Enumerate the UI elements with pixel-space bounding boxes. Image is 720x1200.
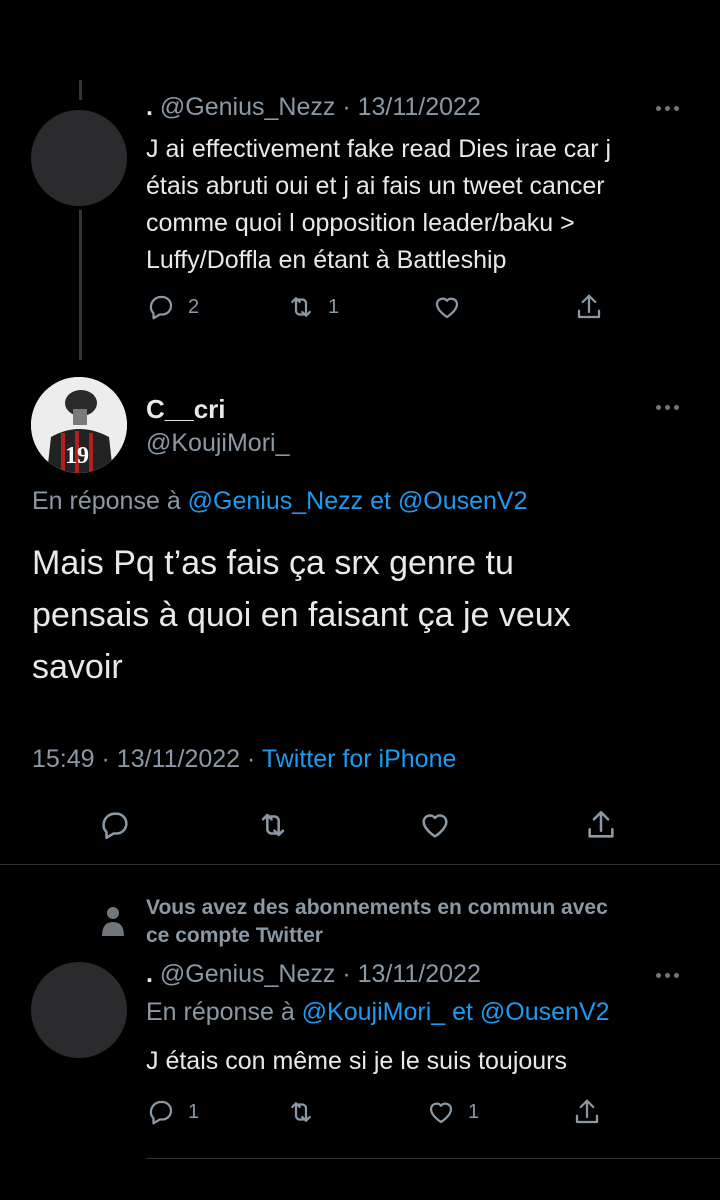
heart-icon [435,297,459,319]
heart-icon [422,814,448,838]
like-button[interactable] [432,292,574,322]
tweet-text: J ai effectivement fake read Dies irae c… [146,131,706,279]
tweet-timestamp-row: 15:49 · 13/11/2022 · Twitter for iPhone [32,745,456,774]
mention-conjunction: et [452,998,473,1026]
like-count: 1 [468,1100,480,1123]
reply-icon [102,812,128,840]
more-options-icon[interactable] [656,103,686,113]
tweet-text-line: étais abruti oui et j ai fais un tweet c… [146,172,605,200]
handle[interactable]: @Genius_Nezz [160,960,335,988]
main-tweet-text: Mais Pq t’as fais ça srx genre tu pensai… [32,537,702,693]
tweet-source-link[interactable]: Twitter for iPhone [262,745,457,773]
like-button[interactable] [418,808,584,842]
tweet-text: J étais con même si je le suis toujours [146,1047,568,1075]
reply-button[interactable]: 2 [146,292,286,322]
avatar-illustration: 19 [31,377,127,473]
timestamp[interactable]: 13/11/2022 [358,93,481,121]
separator: · [342,960,351,988]
share-button[interactable] [584,808,618,842]
mention-link[interactable]: @KoujiMori_ [302,998,445,1026]
tweet-time: 15:49 [32,745,95,773]
thread-line [79,210,82,360]
display-name[interactable]: . [146,93,153,121]
reply-count: 1 [188,1100,200,1123]
divider [146,1158,720,1159]
jersey-number: 19 [65,443,89,469]
tweet-text-line: Mais Pq t’as fais ça srx genre tu [32,544,514,582]
profile-avatar[interactable]: 19 [31,377,127,473]
share-button[interactable] [574,292,604,322]
tweet-text-line: J ai effectivement fake read Dies irae c… [146,135,612,163]
mention-link[interactable]: @OusenV2 [480,998,610,1026]
separator: · [342,93,351,121]
avatar[interactable] [31,110,127,206]
heart-icon [429,1102,453,1124]
share-icon [588,810,614,838]
user-handle[interactable]: @KoujiMori_ [146,429,289,458]
timestamp[interactable]: 13/11/2022 [358,960,481,988]
more-options-icon[interactable] [656,970,686,980]
tweet-text-line: pensais à quoi en faisant ça je veux [32,596,571,634]
share-button[interactable] [572,1097,602,1127]
like-button[interactable]: 1 [426,1097,572,1127]
retweet-button[interactable]: 1 [286,292,432,322]
tweet-actions: 2 1 [146,292,604,322]
tweet-text-line: savoir [32,648,123,686]
retweet-icon [291,297,311,317]
mention-link[interactable]: @OusenV2 [398,487,528,515]
separator: · [247,745,256,773]
share-icon [575,1099,599,1124]
share-icon [577,294,601,319]
thread-line-top [79,80,82,100]
retweet-count: 1 [328,295,340,318]
tweet-actions: 1 1 [146,1097,602,1127]
tweet-text-line: comme quoi l opposition leader/baku > [146,209,575,237]
handle[interactable]: @Genius_Nezz [160,93,335,121]
reply-context: En réponse à @Genius_Nezz et @OusenV2 [32,487,528,516]
main-tweet-actions [98,808,618,842]
reply-button[interactable] [98,808,256,842]
retweet-button[interactable] [256,808,418,842]
retweet-icon [261,813,285,837]
tweet-text-line: Luffy/Doffla en étant à Battleship [146,246,507,274]
notice-line: Vous avez des abonnements en commun avec [146,896,608,919]
display-name[interactable]: . [146,960,153,988]
mutual-follow-notice: Vous avez des abonnements en commun avec… [146,894,608,950]
reply-button[interactable]: 1 [146,1097,286,1127]
reply-icon [149,1100,173,1125]
notice-line: ce compte Twitter [146,924,323,947]
retweet-icon [291,1102,311,1122]
avatar[interactable] [31,962,127,1058]
reply-context: En réponse à @KoujiMori_ et @OusenV2 [146,998,610,1027]
separator: · [101,745,110,773]
user-display-name[interactable]: C__cri [146,394,226,425]
divider [0,864,720,865]
reply-prefix: En réponse à [32,487,181,515]
reply-count: 2 [188,295,200,318]
mention-link[interactable]: @Genius_Nezz [188,487,363,515]
person-icon [100,904,126,943]
tweet-header: . @Genius_Nezz · 13/11/2022 [146,93,481,122]
more-options-icon[interactable] [656,402,686,412]
reply-prefix: En réponse à [146,998,295,1026]
reply-icon [149,295,173,320]
retweet-button[interactable] [286,1097,426,1127]
tweet-header: . @Genius_Nezz · 13/11/2022 [146,960,481,989]
tweet-date: 13/11/2022 [116,745,241,773]
mention-conjunction: et [370,487,391,515]
